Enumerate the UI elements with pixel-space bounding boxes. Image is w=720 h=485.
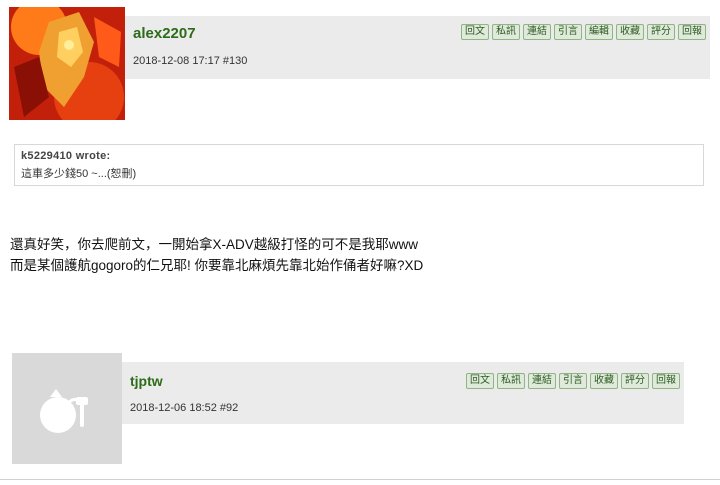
quote-block: k5229410 wrote: 這車多少錢50 ~...(恕刪)	[14, 144, 704, 186]
post-action-bar: 回文 私訊 連結 引言 收藏 評分 回報	[466, 373, 680, 389]
post-body-line: 而是某個護航gogoro的仁兄耶! 你要靠北麻煩先靠北始作俑者好嘛?XD	[10, 258, 424, 273]
rate-button[interactable]: 評分	[621, 373, 649, 389]
link-button[interactable]: 連結	[523, 24, 551, 40]
post-action-bar: 回文 私訊 連結 引言 編輯 收藏 評分 回報	[461, 24, 706, 40]
default-avatar[interactable]	[12, 353, 122, 464]
quote-author: k5229410 wrote:	[21, 150, 111, 162]
divider	[0, 479, 720, 480]
post-body-line: 還真好笑，你去爬前文，一開始拿X-ADV越級打怪的可不是我耶www	[10, 237, 419, 252]
username[interactable]: alex2207	[133, 25, 196, 42]
quote-text: 這車多少錢50 ~...(恕刪)	[21, 168, 137, 180]
reply-button[interactable]: 回文	[466, 373, 494, 389]
avatar[interactable]	[9, 7, 125, 120]
report-button[interactable]: 回報	[678, 24, 706, 40]
rate-button[interactable]: 評分	[647, 24, 675, 40]
quote-button[interactable]: 引言	[554, 24, 582, 40]
post-meta: 2018-12-08 17:17 #130	[133, 55, 248, 67]
edit-button[interactable]: 編輯	[585, 24, 613, 40]
quote-button[interactable]: 引言	[559, 373, 587, 389]
link-button[interactable]: 連結	[528, 373, 556, 389]
post-body: 還真好笑，你去爬前文，一開始拿X-ADV越級打怪的可不是我耶www 而是某個護航…	[10, 234, 690, 276]
post-header	[122, 362, 684, 424]
post-meta: 2018-12-06 18:52 #92	[130, 402, 239, 414]
reply-button[interactable]: 回文	[461, 24, 489, 40]
username[interactable]: tjptw	[130, 373, 163, 389]
avatar-image	[9, 7, 125, 120]
favorite-button[interactable]: 收藏	[616, 24, 644, 40]
message-button[interactable]: 私訊	[492, 24, 520, 40]
favorite-button[interactable]: 收藏	[590, 373, 618, 389]
default-avatar-icon	[12, 353, 122, 464]
message-button[interactable]: 私訊	[497, 373, 525, 389]
report-button[interactable]: 回報	[652, 373, 680, 389]
